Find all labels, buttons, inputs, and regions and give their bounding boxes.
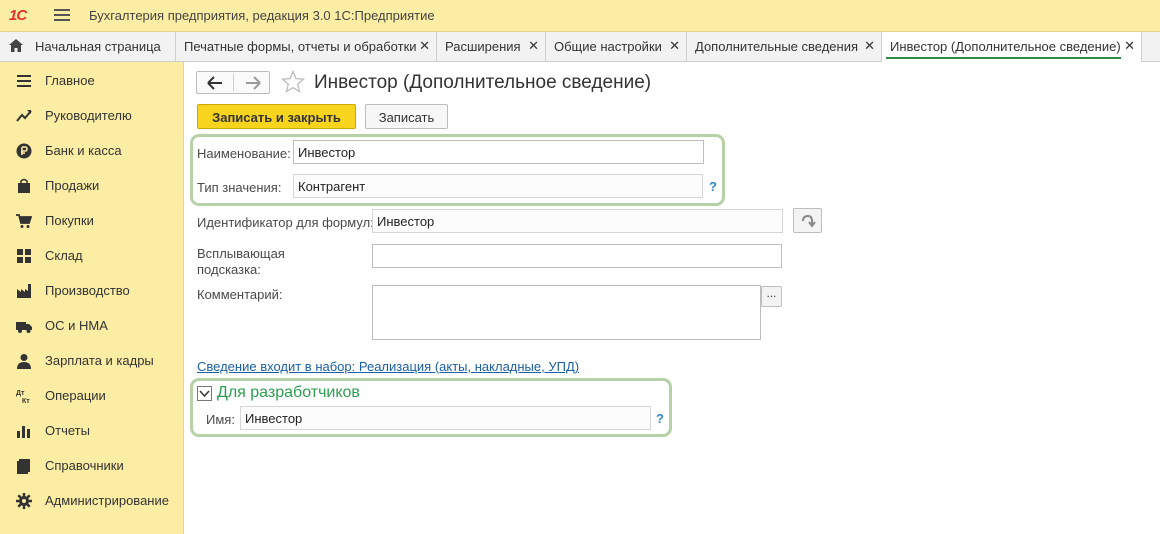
back-arrow-icon[interactable] xyxy=(207,76,223,90)
app-title: Бухгалтерия предприятия, редакция 3.0 1С… xyxy=(89,8,435,23)
comment-expand-button[interactable]: ... xyxy=(761,286,782,307)
tab-extensions[interactable]: Расширения ✕ xyxy=(437,32,546,61)
save-and-close-button[interactable]: Записать и закрыть xyxy=(197,104,356,129)
hamburger-menu-icon[interactable] xyxy=(54,9,70,22)
book-icon xyxy=(17,459,30,474)
tab-label: Печатные формы, отчеты и обработки xyxy=(184,39,417,54)
dt-kt-icon: Дт Кт xyxy=(16,390,30,404)
factory-icon xyxy=(17,284,31,298)
tab-additional-info[interactable]: Дополнительные сведения ✕ xyxy=(687,32,882,61)
sidebar-item-label: Главное xyxy=(45,73,95,88)
page-title: Инвестор (Дополнительное сведение) xyxy=(314,72,652,93)
svg-text:Кт: Кт xyxy=(22,398,30,404)
tab-label: Инвестор (Дополнительное сведение) xyxy=(890,39,1121,54)
sidebar-item-reports[interactable]: Отчеты xyxy=(0,413,184,448)
ruble-icon xyxy=(16,143,32,159)
sidebar-item-label: Отчеты xyxy=(45,423,90,438)
sidebar-item-label: Производство xyxy=(45,283,130,298)
sidebar-item-main[interactable]: Главное xyxy=(0,63,184,98)
forward-arrow-icon[interactable] xyxy=(245,76,261,90)
developer-group-toggle[interactable] xyxy=(197,386,212,401)
formula-id-label: Идентификатор для формул: xyxy=(197,215,374,230)
sidebar-item-label: ОС и НМА xyxy=(45,318,108,333)
warehouse-icon xyxy=(17,249,31,263)
person-icon xyxy=(17,354,31,369)
refresh-id-button[interactable] xyxy=(793,208,822,233)
list-icon xyxy=(17,75,31,87)
sidebar-item-label: Руководителю xyxy=(45,108,132,123)
sidebar-item-label: Зарплата и кадры xyxy=(45,353,154,368)
tooltip-label-line-1: Всплывающая xyxy=(197,246,285,261)
tab-label: Общие настройки xyxy=(554,39,662,54)
sidebar-item-purchases[interactable]: Покупки xyxy=(0,203,184,238)
comment-field[interactable] xyxy=(372,285,761,340)
sidebar-item-admin[interactable]: Администрирование xyxy=(0,483,184,518)
name-field[interactable]: Инвестор xyxy=(293,140,704,164)
sidebar-item-label: Операции xyxy=(45,388,106,403)
home-icon xyxy=(9,39,23,52)
history-nav xyxy=(196,71,270,94)
comment-label: Комментарий: xyxy=(197,287,283,302)
tab-print-forms[interactable]: Печатные формы, отчеты и обработки ✕ xyxy=(176,32,437,61)
sidebar-item-bank[interactable]: Банк и касса xyxy=(0,133,184,168)
sidebar-item-label: Банк и касса xyxy=(45,143,122,158)
gear-icon xyxy=(16,493,32,509)
tab-label: Расширения xyxy=(445,39,521,54)
tooltip-field[interactable] xyxy=(372,244,782,268)
sidebar-item-label: Справочники xyxy=(45,458,124,473)
sidebar-item-director[interactable]: Руководителю xyxy=(0,98,184,133)
chevron-down-icon xyxy=(199,390,210,398)
close-icon[interactable]: ✕ xyxy=(528,38,539,54)
formula-id-field[interactable]: Инвестор xyxy=(372,209,783,233)
close-icon[interactable]: ✕ xyxy=(864,38,875,54)
close-icon[interactable]: ✕ xyxy=(419,38,430,54)
dev-name-help-icon[interactable]: ? xyxy=(656,411,664,426)
tab-investor[interactable]: Инвестор (Дополнительное сведение) ✕ xyxy=(882,32,1142,62)
sidebar-item-label: Склад xyxy=(45,248,83,263)
close-icon[interactable]: ✕ xyxy=(1124,38,1135,54)
name-label: Наименование: xyxy=(197,146,291,161)
set-membership-link[interactable]: Сведение входит в набор: Реализация (акт… xyxy=(197,359,579,374)
sidebar: Главное Руководителю Банк и касса Продаж… xyxy=(0,62,184,534)
svg-text:Дт: Дт xyxy=(16,390,25,397)
type-field[interactable]: Контрагент xyxy=(293,174,703,198)
sidebar-item-salary[interactable]: Зарплата и кадры xyxy=(0,343,184,378)
sidebar-item-operations[interactable]: Дт Кт Операции xyxy=(0,378,184,413)
sidebar-item-label: Покупки xyxy=(45,213,94,228)
type-help-icon[interactable]: ? xyxy=(709,179,717,194)
save-button[interactable]: Записать xyxy=(365,104,448,129)
tab-bar: Начальная страница Печатные формы, отчет… xyxy=(0,32,1160,62)
sidebar-item-sales[interactable]: Продажи xyxy=(0,168,184,203)
app-logo: 1С xyxy=(9,7,27,24)
truck-icon xyxy=(16,322,32,333)
bag-icon xyxy=(18,178,30,193)
sidebar-item-warehouse[interactable]: Склад xyxy=(0,238,184,273)
tab-label: Начальная страница xyxy=(35,39,161,54)
sidebar-item-label: Администрирование xyxy=(45,493,169,508)
tab-home[interactable]: Начальная страница xyxy=(0,32,176,61)
bar-chart-icon xyxy=(17,426,30,438)
sidebar-item-assets[interactable]: ОС и НМА xyxy=(0,308,184,343)
redo-arrow-icon xyxy=(801,214,816,228)
tab-general-settings[interactable]: Общие настройки ✕ xyxy=(546,32,687,61)
dev-name-field[interactable]: Инвестор xyxy=(240,406,651,430)
sidebar-item-production[interactable]: Производство xyxy=(0,273,184,308)
type-label: Тип значения: xyxy=(197,180,282,195)
trend-icon xyxy=(16,110,32,122)
sidebar-item-label: Продажи xyxy=(45,178,100,193)
dev-name-label: Имя: xyxy=(206,412,235,427)
title-bar: 1С Бухгалтерия предприятия, редакция 3.0… xyxy=(0,0,1160,32)
star-icon[interactable] xyxy=(281,70,305,94)
tab-label: Дополнительные сведения xyxy=(695,39,859,54)
close-icon[interactable]: ✕ xyxy=(669,38,680,54)
tooltip-label-line-2: подсказка: xyxy=(197,262,261,277)
developer-group-title[interactable]: Для разработчиков xyxy=(217,384,360,402)
sidebar-item-catalogs[interactable]: Справочники xyxy=(0,448,184,483)
cart-icon xyxy=(16,214,32,228)
